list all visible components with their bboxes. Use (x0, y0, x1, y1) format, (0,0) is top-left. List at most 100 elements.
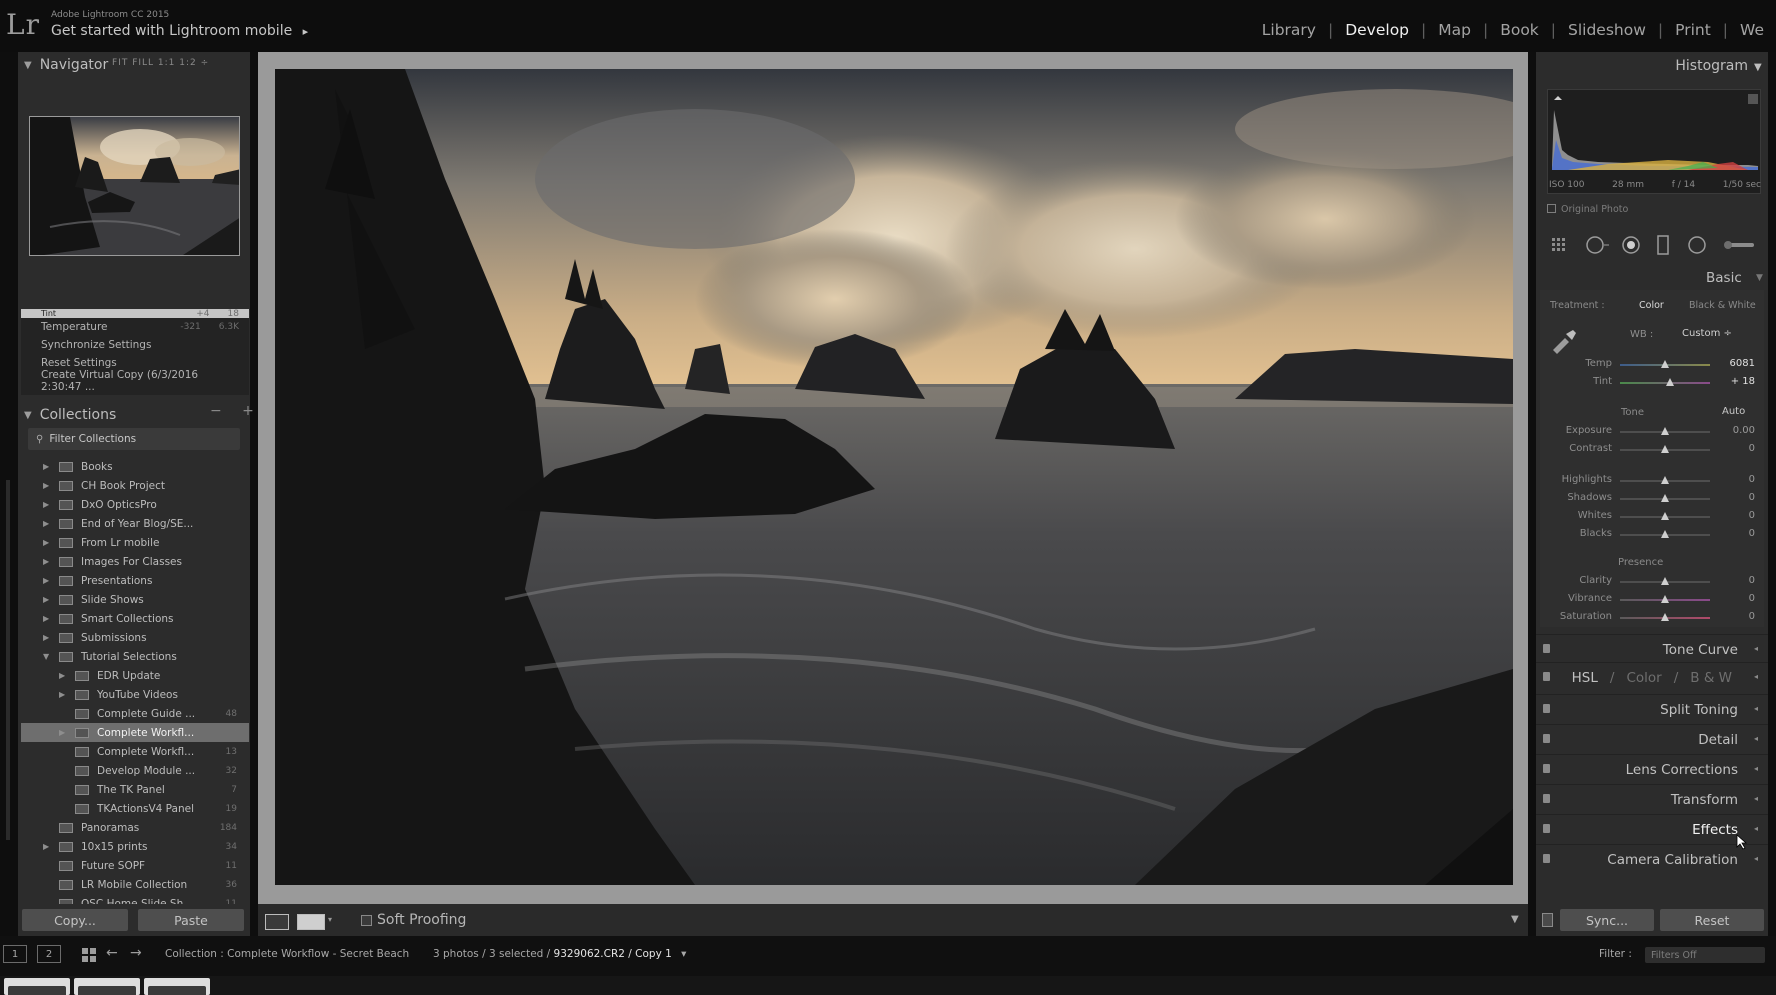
navigator-preview[interactable] (29, 116, 240, 256)
before-after-icon[interactable] (297, 914, 325, 930)
collection-item[interactable]: ▶ Complete Workfl... 3 (21, 723, 249, 742)
crop-grid-icon[interactable] (1549, 232, 1573, 258)
expand-triangle-icon[interactable]: ▶ (43, 614, 53, 623)
panel-detail[interactable]: Detail ◂ (1536, 724, 1768, 752)
panel-toggle-switch[interactable] (1543, 764, 1550, 773)
collection-item[interactable]: ▶ Books (21, 457, 249, 476)
module-tab-map[interactable]: Map (1426, 21, 1483, 39)
slider-value[interactable]: 0 (1749, 492, 1755, 503)
expand-triangle-icon[interactable]: ◂ (1754, 824, 1758, 833)
slider-handle[interactable] (1661, 512, 1669, 520)
panel-effects[interactable]: Effects ◂ (1536, 814, 1768, 842)
collection-item[interactable]: ▶ 10x15 prints 34 (21, 837, 249, 856)
red-eye-icon[interactable] (1619, 232, 1643, 258)
slider-handle[interactable] (1661, 360, 1669, 368)
collection-item[interactable]: ▶ From Lr mobile (21, 533, 249, 552)
panel-toggle-switch[interactable] (1543, 794, 1550, 803)
expand-triangle-icon[interactable]: ◂ (1754, 734, 1758, 743)
collection-item[interactable]: Panoramas 184 (21, 818, 249, 837)
slider-handle[interactable] (1666, 378, 1675, 386)
module-tab-develop[interactable]: Develop (1333, 21, 1421, 39)
filmstrip-thumbnail[interactable] (4, 978, 70, 995)
collection-item[interactable]: Complete Workfl... 13 (21, 742, 249, 761)
main-screen-button[interactable]: 1 (3, 945, 27, 963)
second-screen-button[interactable]: 2 (37, 945, 61, 963)
filename-dropdown-icon[interactable]: ▾ (681, 948, 686, 960)
expand-triangle-icon[interactable]: ▶ (43, 462, 53, 471)
module-tab-we[interactable]: We (1728, 21, 1776, 39)
panel-hsl[interactable]: HSL / Color / B & W ◂ (1536, 662, 1768, 690)
original-photo-checkbox[interactable] (1547, 204, 1556, 213)
collapse-triangle-icon[interactable]: ▼ (1756, 273, 1763, 283)
histogram-title[interactable]: Histogram (1675, 58, 1748, 74)
slider-value[interactable]: 0.00 (1733, 425, 1755, 436)
main-photo[interactable] (275, 69, 1513, 885)
panel-split-toning[interactable]: Split Toning ◂ (1536, 694, 1768, 722)
collection-item[interactable]: ▶ EDR Update (21, 666, 249, 685)
panel-toggle-switch[interactable] (1543, 704, 1550, 713)
collection-item[interactable]: Develop Module ... 32 (21, 761, 249, 780)
panel-camera-calibration[interactable]: Camera Calibration ◂ (1536, 844, 1768, 872)
slider-basic-sliders-3[interactable]: Shadows 0 (1547, 492, 1761, 506)
slider-handle[interactable] (1661, 613, 1669, 621)
navigator-header[interactable]: ▼ Navigator (24, 54, 108, 76)
slider-handle[interactable] (1661, 427, 1669, 435)
collection-item[interactable]: Future SOPF 11 (21, 856, 249, 875)
slider-value[interactable]: 0 (1749, 474, 1755, 485)
slider-basic-sliders-8[interactable]: Saturation 0 (1547, 611, 1761, 625)
soft-proofing-checkbox[interactable] (361, 915, 372, 926)
before-after-dropdown-icon[interactable]: ▾ (328, 915, 332, 924)
filmstrip-thumbnail[interactable] (74, 978, 140, 995)
panel-toggle-switch[interactable] (1543, 644, 1550, 653)
photo-count[interactable]: 3 photos / 3 selected / 9329062.CR2 / Co… (433, 948, 686, 960)
collections-add-remove[interactable]: − + (210, 403, 262, 419)
collection-item[interactable]: TKActionsV4 Panel 19 (21, 799, 249, 818)
original-photo-toggle[interactable]: Original Photo (1547, 204, 1628, 215)
slider-basic-sliders-2[interactable]: Highlights 0 (1547, 474, 1761, 488)
slider-value[interactable]: 0 (1749, 575, 1755, 586)
slider-handle[interactable] (1661, 445, 1669, 453)
slider-basic-sliders-1[interactable]: Contrast 0 (1547, 443, 1761, 457)
collection-item[interactable]: ▼ Tutorial Selections (21, 647, 249, 666)
module-tab-book[interactable]: Book (1488, 21, 1551, 39)
back-arrow-icon[interactable]: ← (106, 945, 118, 961)
forward-arrow-icon[interactable]: → (130, 945, 142, 961)
panel-toggle-switch[interactable] (1543, 734, 1550, 743)
navigator-zoom-options[interactable]: FIT FILL 1:1 1:2 ÷ (112, 58, 209, 68)
module-tab-print[interactable]: Print (1663, 21, 1723, 39)
slider-value[interactable]: 0 (1749, 593, 1755, 604)
collection-item[interactable]: ▶ YouTube Videos (21, 685, 249, 704)
slider-handle[interactable] (1661, 595, 1669, 603)
filter-collections-input[interactable]: ⚲ Filter Collections (28, 428, 240, 450)
slider-value[interactable]: 0 (1749, 443, 1755, 454)
expanded-triangle-icon[interactable]: ▼ (43, 652, 53, 661)
lightroom-mobile-link[interactable]: Get started with Lightroom mobile ▸ (51, 23, 308, 39)
adjustment-brush-icon[interactable] (1721, 232, 1757, 258)
expand-triangle-icon[interactable]: ◂ (1754, 704, 1758, 713)
slider-value[interactable]: 0 (1749, 611, 1755, 622)
filter-dropdown[interactable]: Filters Off (1645, 947, 1765, 963)
sync-toggle-switch[interactable] (1542, 913, 1553, 927)
tone-auto-button[interactable]: Auto (1722, 406, 1745, 417)
expand-triangle-icon[interactable]: ▶ (43, 595, 53, 604)
slider-track[interactable] (1620, 382, 1710, 384)
expand-triangle-icon[interactable]: ◂ (1754, 672, 1758, 681)
expand-triangle-icon[interactable]: ◂ (1754, 764, 1758, 773)
slider-basic-tint[interactable]: Tint + 18 (1547, 376, 1761, 390)
expand-triangle-icon[interactable]: ▶ (43, 481, 53, 490)
history-item[interactable]: Create Virtual Copy (6/3/2016 2:30:47 ..… (21, 369, 249, 393)
sync-button[interactable]: Sync... (1560, 909, 1654, 931)
histogram-graph[interactable] (1547, 89, 1761, 194)
paste-button[interactable]: Paste (138, 909, 244, 931)
slider-handle[interactable] (1661, 530, 1669, 538)
collection-item[interactable]: ▶ Slide Shows (21, 590, 249, 609)
slider-basic-sliders-6[interactable]: Clarity 0 (1547, 575, 1761, 589)
collection-item[interactable]: The TK Panel 7 (21, 780, 249, 799)
module-tab-slideshow[interactable]: Slideshow (1556, 21, 1658, 39)
expand-triangle-icon[interactable]: ▶ (43, 519, 53, 528)
white-balance-selector-icon[interactable] (1549, 328, 1579, 358)
collection-item[interactable]: ▶ Smart Collections (21, 609, 249, 628)
collection-item[interactable]: LR Mobile Collection 36 (21, 875, 249, 894)
treatment-bw-option[interactable]: Black & White (1689, 300, 1756, 311)
expand-triangle-icon[interactable]: ▶ (43, 842, 53, 851)
